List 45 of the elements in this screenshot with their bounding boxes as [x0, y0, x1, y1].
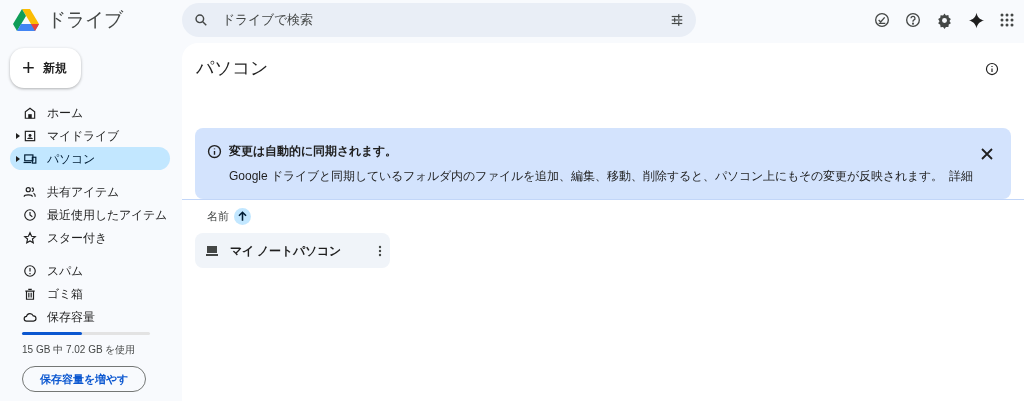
alert-icon	[23, 263, 37, 278]
new-button[interactable]: + 新規	[10, 48, 81, 88]
close-icon[interactable]	[981, 148, 993, 160]
apps-grid-icon[interactable]	[1000, 13, 1014, 27]
sort-ascending-icon[interactable]	[234, 208, 251, 225]
star-icon	[23, 230, 37, 245]
storage-usage-text: 15 GB 中 7.02 GB を使用	[22, 343, 137, 357]
sidebar-item[interactable]: 最近使用したアイテム	[10, 203, 170, 226]
settings-icon[interactable]	[936, 11, 953, 29]
info-icon	[207, 143, 222, 159]
expand-caret-icon[interactable]	[16, 133, 20, 139]
banner-message: Google ドライブと同期しているフォルダ内のファイルを追加、編集、移動、削除すると、パソコン上にもその変更が反映されます。	[229, 168, 944, 185]
search-icon	[194, 13, 208, 27]
drive-logo-icon	[13, 8, 39, 32]
computer-tile[interactable]: マイ ノートパソコン	[195, 233, 390, 268]
app-title: ドライブ	[47, 7, 123, 32]
help-icon[interactable]	[905, 12, 921, 28]
filter-sliders-icon[interactable]	[670, 13, 684, 27]
sidebar-item[interactable]: スター付き	[10, 226, 170, 249]
page-title: パソコン	[196, 57, 268, 80]
people-icon	[23, 184, 37, 199]
details-link[interactable]: 詳細	[949, 167, 974, 185]
column-header[interactable]: 名前	[207, 208, 229, 225]
clock-icon	[23, 207, 37, 222]
home-icon	[23, 105, 37, 120]
sidebar-item[interactable]: マイドライブ	[10, 124, 170, 147]
sidebar-item[interactable]: スパム	[10, 259, 170, 282]
item-name: マイ ノートパソコン	[230, 243, 343, 258]
search-input[interactable]: ドライブで検索	[222, 10, 656, 30]
more-options-icon[interactable]	[378, 244, 382, 257]
sidebar-item[interactable]: ゴミ箱	[10, 282, 170, 305]
laptop-icon	[206, 245, 218, 256]
sidebar-item[interactable]: 共有アイテム	[10, 180, 170, 203]
sidebar-item[interactable]: 保存容量	[10, 305, 170, 328]
sparkle-icon[interactable]	[968, 11, 985, 29]
banner-title: 変更は自動的に同期されます。	[229, 143, 397, 160]
sidebar-item[interactable]: ホーム	[10, 101, 170, 124]
computer-icon	[23, 151, 37, 166]
search-field[interactable]: ドライブで検索	[182, 3, 696, 37]
sidebar-item[interactable]: パソコン	[10, 147, 170, 170]
info-icon[interactable]	[985, 61, 999, 76]
drive-folder-icon	[23, 128, 37, 143]
check-circle-icon[interactable]	[874, 12, 890, 28]
expand-caret-icon[interactable]	[16, 156, 20, 162]
trash-icon	[23, 286, 37, 301]
